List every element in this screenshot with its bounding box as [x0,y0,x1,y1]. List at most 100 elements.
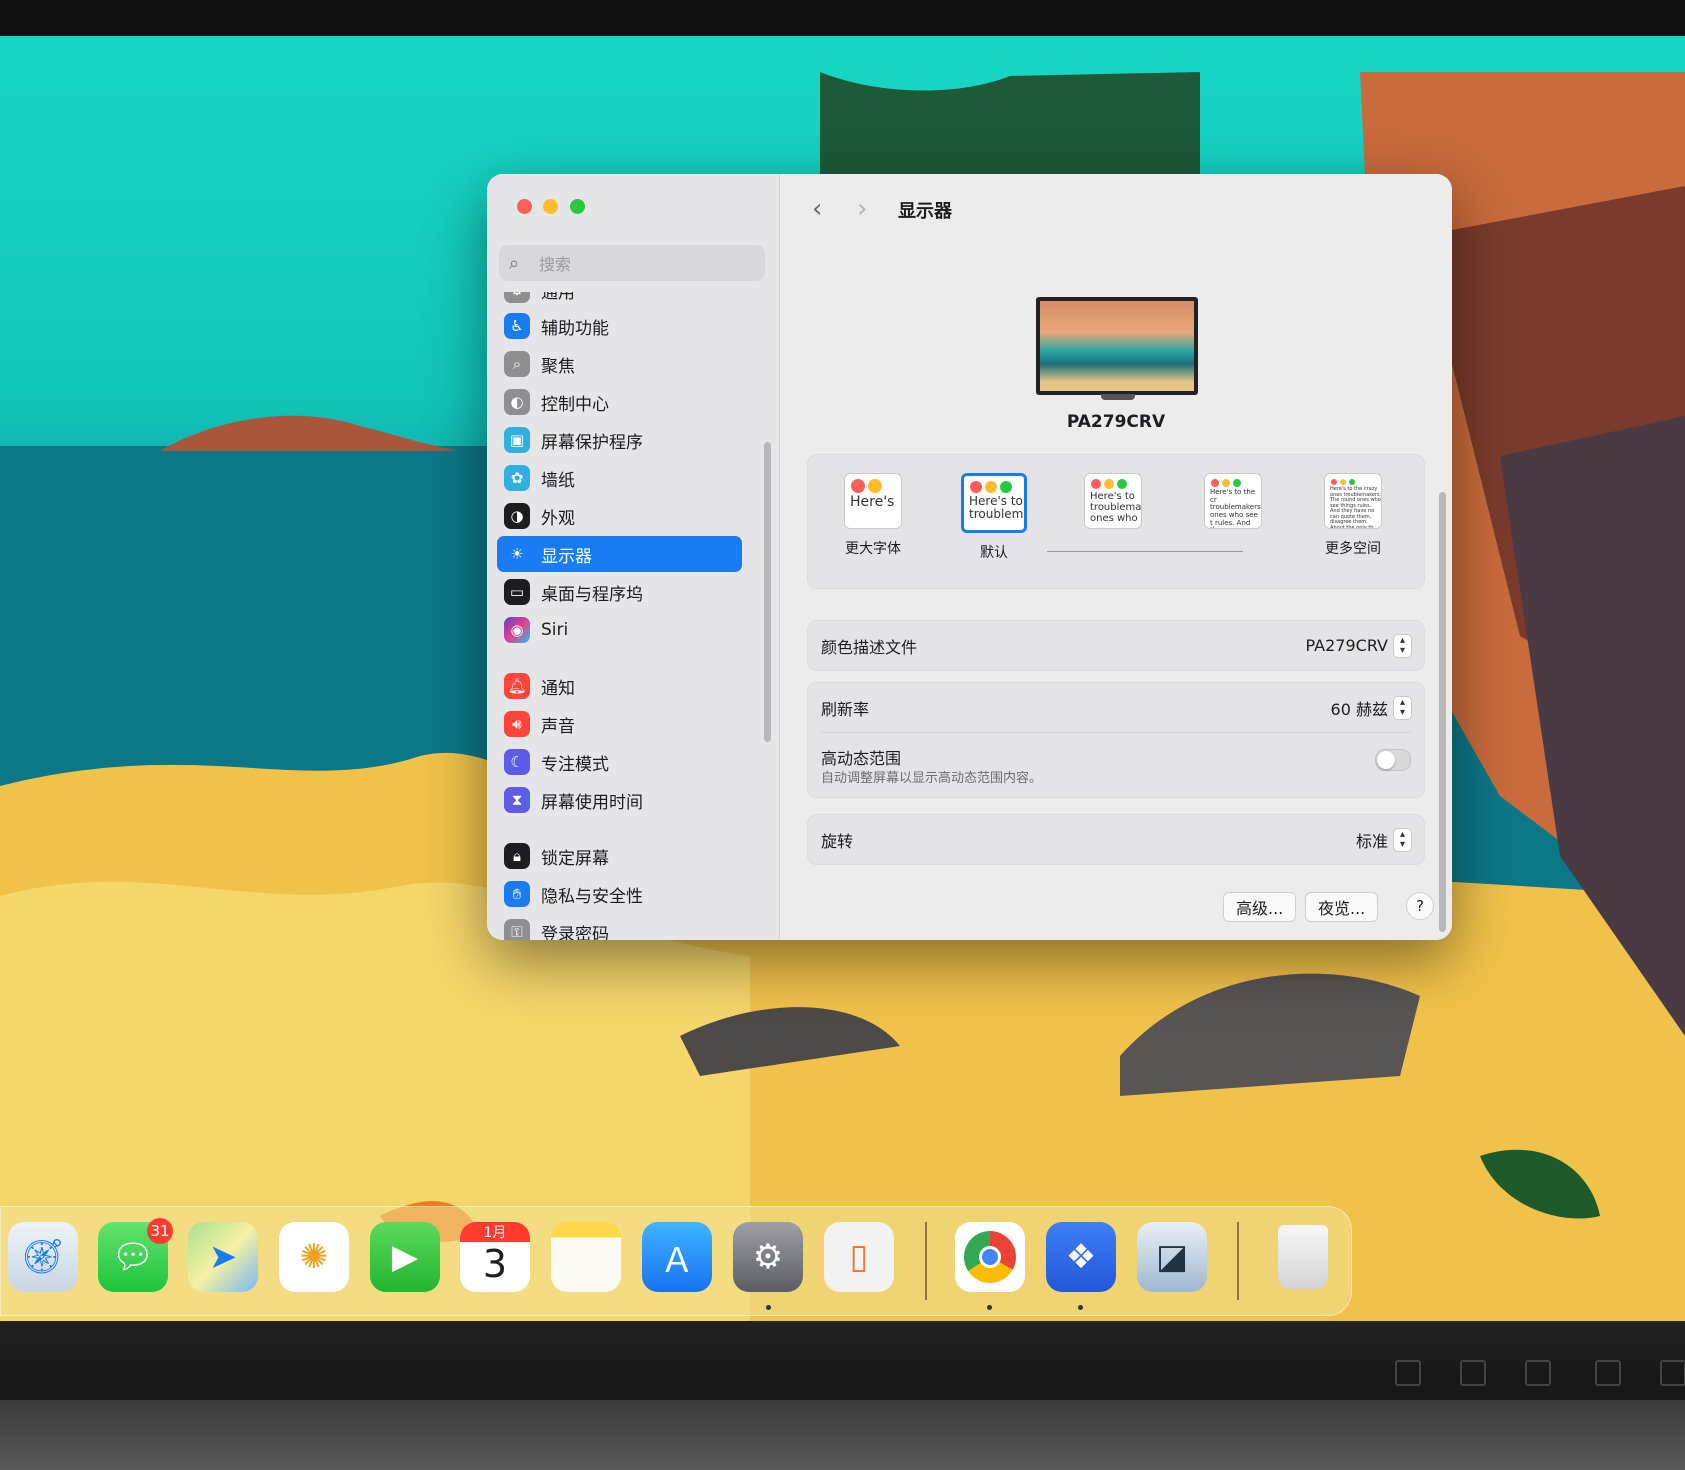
resolution-option-more-space[interactable]: Here's to the crazy ones troublemakers. … [1324,473,1382,558]
resolution-option-larger-text[interactable]: Here's 更大字体 [844,473,902,558]
rotation-stepper-icon[interactable]: ▴ ▾ [1393,827,1412,852]
resolution-preview: Here's [844,473,902,529]
sidebar-item-spotlight[interactable]: ⌕ 聚焦 [497,346,742,382]
resolution-preview: Here's to the cr troublemakers. ones who… [1204,473,1262,529]
minimize-window-button[interactable] [543,199,558,214]
refresh-rate-stepper-icon[interactable]: ▴ ▾ [1393,695,1412,720]
monitor-name: PA279CRV [1066,412,1166,432]
chrome-icon[interactable] [955,1222,1025,1292]
sidebar-item-label: 声音 [541,716,575,737]
sidebar-item-screensaver[interactable]: ▣ 屏幕保护程序 [497,422,742,458]
sidebar-item-wallpaper[interactable]: ✿ 墙纸 [497,460,742,496]
dock-separator [1237,1222,1239,1300]
refresh-rate-row[interactable]: 刷新率 60 赫兹 ▴ ▾ [808,683,1424,732]
hdr-toggle[interactable] [1375,749,1411,771]
sidebar-item-label: 墙纸 [541,470,575,491]
sidebar-item-label: 通用 [541,292,575,303]
sidebar-item-desktop-dock[interactable]: ▭ 桌面与程序坞 [497,574,742,610]
sidebar-item-label: 登录密码 [541,924,609,941]
resolution-option-label: 默认 [980,545,1008,561]
sidebar-item-label: 通知 [541,678,575,699]
sidebar-item-label: 外观 [541,508,575,529]
sidebar-item-login-password[interactable]: ⚿ 登录密码 [497,914,742,940]
sidebar-item-siri[interactable]: ◉ Siri [497,612,742,648]
search-input[interactable]: ⌕ 搜索 [499,245,765,281]
color-profile-value: PA279CRV [1305,636,1388,655]
monitor-power-button[interactable] [1395,1360,1421,1386]
sidebar-item-privacy-security[interactable]: ✋︎ 隐私与安全性 [497,876,742,912]
sidebar-item-notifications[interactable]: 🔔︎ 通知 [497,668,742,704]
help-button[interactable]: ? [1406,892,1434,920]
sidebar-item-appearance[interactable]: ◑ 外观 [497,498,742,534]
sidebar-item-screen-time[interactable]: ⧗ 屏幕使用时间 [497,782,742,818]
rotation-label: 旋转 [821,831,854,851]
sidebar-item-label: 锁定屏幕 [541,848,609,869]
maps-icon[interactable]: ➤ [188,1222,258,1292]
resolution-option-default[interactable]: Here's to troublem 默认 [961,473,1027,562]
monitor-button-3[interactable] [1595,1360,1621,1386]
refresh-rate-value: 60 赫兹 [1330,699,1388,719]
refresh-rate-label: 刷新率 [821,699,870,719]
sidebar-item-accessibility[interactable]: ♿ 辅助功能 [497,308,742,344]
facetime-icon[interactable]: ▶︎ [370,1222,440,1292]
resolution-option-3[interactable]: Here's to troublema ones who [1084,473,1142,529]
sidebar-item-label: 专注模式 [541,754,609,775]
sun-icon: ☀ [504,541,530,567]
rotation-card: 旋转 标准 ▴ ▾ [807,814,1425,865]
displays-pane: ‹ › 显示器 PA279CRV Here's 更大字体 Here's to t… [780,174,1452,940]
zoom-window-button[interactable] [570,199,585,214]
sidebar-item-label: 屏幕保护程序 [541,432,643,453]
sidebar-item-control-center[interactable]: ◐ 控制中心 [497,384,742,420]
color-profile-stepper-icon[interactable]: ▴ ▾ [1393,633,1412,658]
sidebar-item-sound[interactable]: 🔊︎ 声音 [497,706,742,742]
sidebar-scrollbar[interactable] [764,442,771,742]
sidebar-item-displays[interactable]: ☀ 显示器 [497,536,742,572]
back-arrow-icon[interactable]: ‹ [812,194,822,224]
calendar-icon[interactable]: 1月 3 [460,1222,530,1292]
appearance-icon: ◑ [504,503,530,529]
system-settings-icon[interactable]: ⚙ [733,1222,803,1292]
hdr-description: 自动调整屏幕以显示高动态范围内容。 [821,771,1043,786]
monitor-thumbnail[interactable] [1036,297,1198,395]
color-profile-label: 颜色描述文件 [821,637,918,657]
gear-icon: ⚙ [504,292,530,303]
monitor-stand [0,1400,1685,1470]
dock-separator [925,1222,927,1300]
resolution-selector: Here's 更大字体 Here's to troublem 默认 Here's… [807,454,1425,589]
refresh-hdr-card: 刷新率 60 赫兹 ▴ ▾ 高动态范围 自动调整屏幕以显示高动态范围内容。 [807,682,1425,798]
safari-icon[interactable]: 🧭︎ [8,1222,78,1292]
trash-icon[interactable] [1268,1222,1338,1292]
sidebar-item-lock-screen[interactable]: 🔒︎ 锁定屏幕 [497,838,742,874]
resolution-preview-text: Here's to the crazy ones troublemakers. … [1330,486,1382,529]
resolution-option-4[interactable]: Here's to the cr troublemakers. ones who… [1204,473,1262,529]
night-shift-button[interactable]: 夜览... [1305,892,1379,922]
iphone-mirroring-icon[interactable]: ▯ [824,1222,894,1292]
close-window-button[interactable] [517,199,532,214]
notes-icon[interactable] [551,1222,621,1292]
speaker-icon: 🔊︎ [504,711,530,737]
resolution-preview: Here's to the crazy ones troublemakers. … [1324,473,1382,529]
resolution-preview-text: Here's to the cr troublemakers. ones who… [1210,488,1262,528]
sidebar-item-focus[interactable]: ☾ 专注模式 [497,744,742,780]
advanced-button[interactable]: 高级... [1223,892,1297,922]
photos-icon[interactable]: ✺ [279,1222,349,1292]
resolution-option-label: 更多空间 [1325,541,1381,557]
monitor-button-4[interactable] [1660,1360,1685,1386]
resolution-preview: Here's to troublem [961,473,1027,533]
main-scrollbar[interactable] [1439,492,1446,932]
app-icon[interactable]: ❖ [1046,1222,1116,1292]
moon-icon: ☾ [504,749,530,775]
flower-icon: ✿ [504,465,530,491]
color-profile-row[interactable]: 颜色描述文件 PA279CRV ▴ ▾ [808,621,1424,670]
app-store-icon[interactable]: Ａ [642,1222,712,1292]
hdr-row: 高动态范围 自动调整屏幕以显示高动态范围内容。 [808,733,1424,797]
rotation-row[interactable]: 旋转 标准 ▴ ▾ [808,815,1424,864]
resolution-preview: Here's to troublema ones who [1084,473,1142,529]
monitor-button-1[interactable] [1460,1360,1486,1386]
sidebar-list: ⚙ 通用 ♿ 辅助功能 ⌕ 聚焦 ◐ 控制中心 ▣ 屏幕保护程序 ✿ 墙纸 [497,292,767,940]
preview-icon[interactable]: ◪ [1137,1222,1207,1292]
sidebar-item-general[interactable]: ⚙ 通用 [497,292,742,308]
forward-arrow-icon[interactable]: › [857,194,867,224]
monitor-button-2[interactable] [1525,1360,1551,1386]
monitor-top-bezel [0,0,1685,36]
